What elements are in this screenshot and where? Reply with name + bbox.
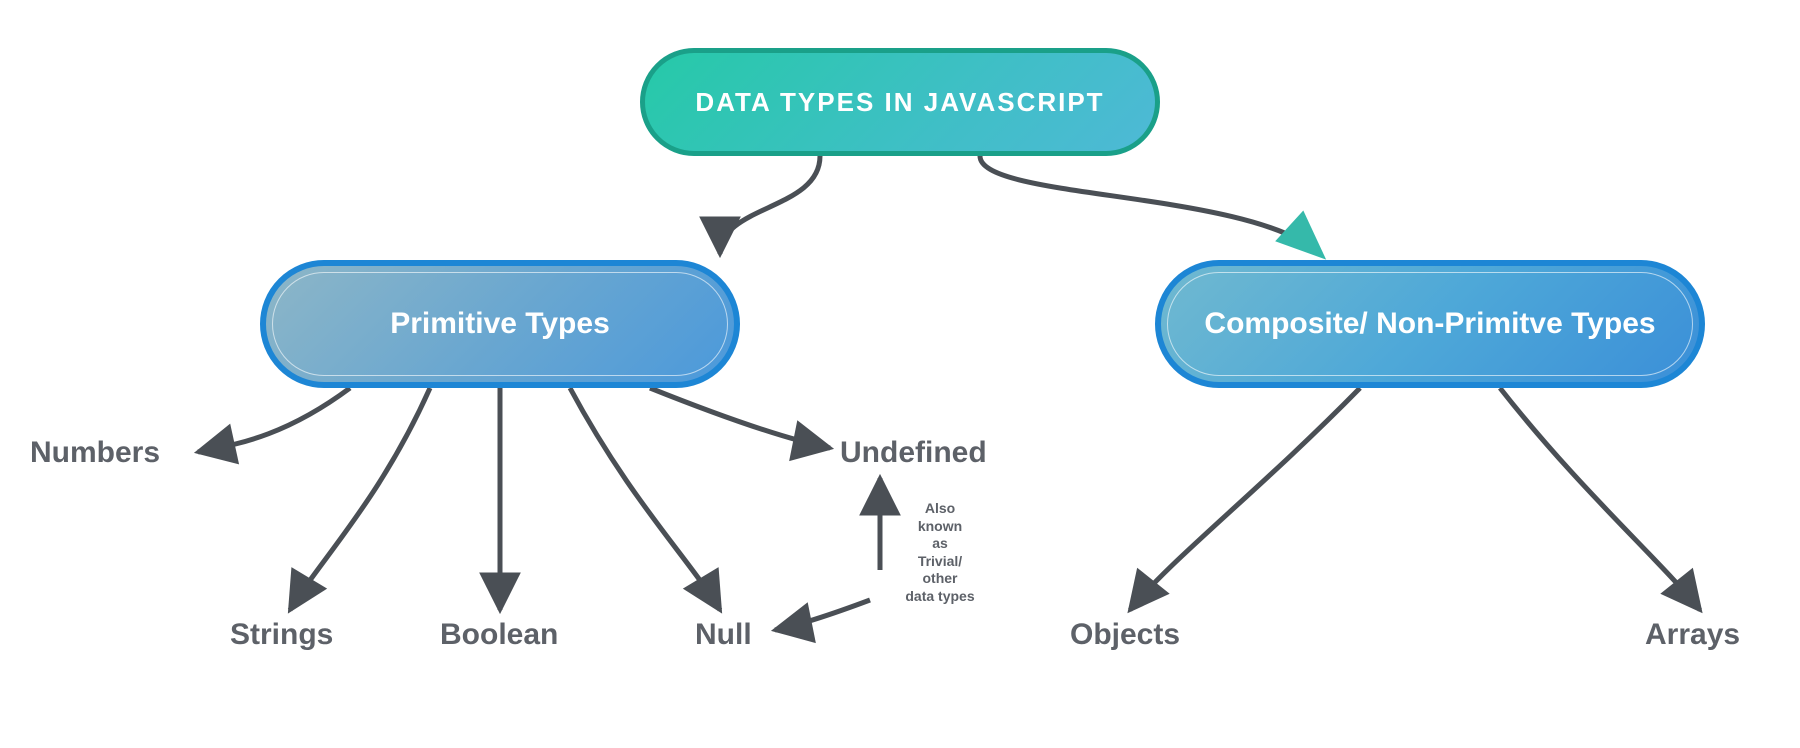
note-line-6: data types: [885, 588, 995, 606]
leaf-boolean: Boolean: [440, 618, 558, 652]
note-line-3: as: [885, 535, 995, 553]
leaf-undefined: Undefined: [840, 436, 987, 470]
leaf-objects: Objects: [1070, 618, 1180, 652]
note-line-5: other: [885, 570, 995, 588]
edge-primitive-to-undefined: [650, 388, 830, 448]
leaf-numbers: Numbers: [30, 436, 160, 470]
composite-node: Composite/ Non-Primitve Types: [1155, 260, 1705, 388]
leaf-arrays: Arrays: [1645, 618, 1740, 652]
leaf-strings: Strings: [230, 618, 333, 652]
primitive-node: Primitive Types: [260, 260, 740, 388]
trivial-note: Also known as Trivial/ other data types: [885, 500, 995, 605]
edge-root-to-composite: [980, 156, 1320, 254]
root-title: DATA TYPES IN JAVASCRIPT: [695, 87, 1104, 118]
edge-composite-to-objects: [1130, 388, 1360, 610]
note-line-2: known: [885, 518, 995, 536]
composite-label: Composite/ Non-Primitve Types: [1204, 307, 1655, 342]
leaf-null: Null: [695, 618, 752, 652]
diagram-canvas: DATA TYPES IN JAVASCRIPT Primitive Types…: [0, 0, 1800, 748]
note-line-1: Also: [885, 500, 995, 518]
edge-root-to-primitive: [720, 156, 820, 254]
edge-primitive-to-null: [570, 388, 720, 610]
edge-composite-to-arrays: [1500, 388, 1700, 610]
root-node: DATA TYPES IN JAVASCRIPT: [640, 48, 1160, 156]
edge-note-to-null: [775, 600, 870, 630]
edge-primitive-to-numbers: [198, 388, 350, 452]
note-line-4: Trivial/: [885, 553, 995, 571]
primitive-label: Primitive Types: [390, 307, 610, 341]
edge-primitive-to-strings: [290, 388, 430, 610]
